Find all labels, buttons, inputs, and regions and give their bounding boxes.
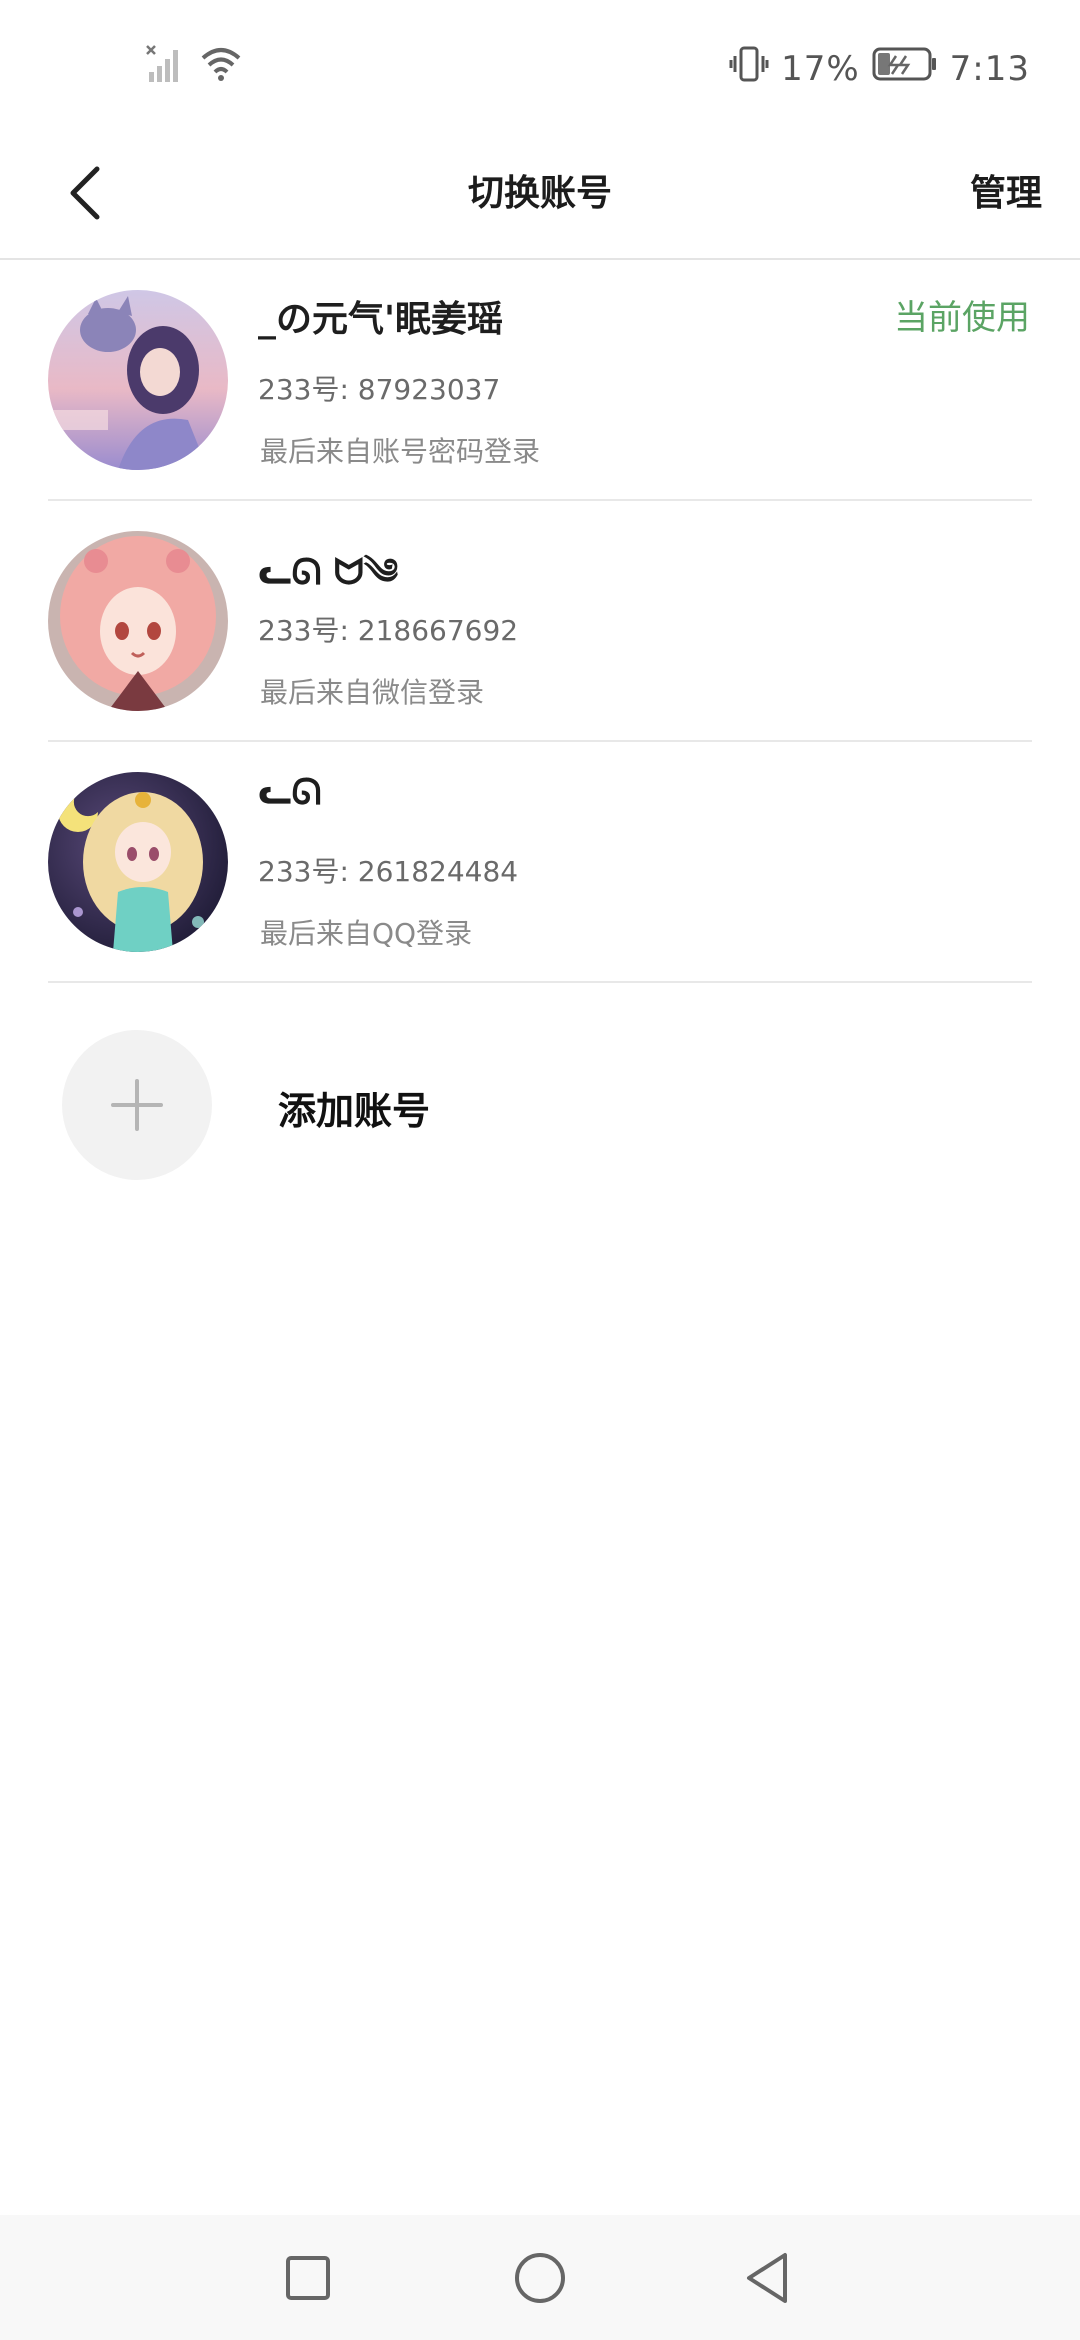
battery-icon: [872, 46, 938, 91]
clock: 7:13: [949, 48, 1030, 89]
recent-apps-button[interactable]: [263, 2233, 353, 2323]
avatar: [48, 531, 228, 711]
page-title: 切换账号: [467, 173, 612, 214]
add-account-label: 添加账号: [278, 1089, 431, 1133]
account-id: 233号: 87923037: [258, 373, 501, 406]
vibrate-icon: [729, 44, 769, 93]
account-name: _の元气'眠姜瑶: [258, 299, 504, 340]
account-list: _の元气'眠姜瑶 233号: 87923037 最后来自账号密码登录 当前使用 …: [0, 260, 1080, 983]
avatar: [48, 290, 228, 470]
recent-apps-icon: [286, 2256, 330, 2300]
signal-icon: [145, 44, 185, 88]
add-account-circle: [62, 1030, 212, 1180]
nav-back-button[interactable]: [723, 2233, 813, 2323]
status-left: [145, 44, 243, 88]
account-item[interactable]: ᓚᘏ 233号: 261824484 最后来自QQ登录: [0, 742, 1080, 983]
back-icon: [747, 2253, 787, 2303]
account-item[interactable]: ᓚᘏ ᗢ༄ 233号: 218667692 最后来自微信登录: [0, 501, 1080, 742]
status-bar: 17% 7:13: [0, 0, 1080, 130]
back-arrow-icon: [70, 166, 100, 220]
account-login-source: 最后来自QQ登录: [260, 917, 473, 950]
plus-icon: [111, 1079, 163, 1131]
account-id: 233号: 261824484: [258, 855, 519, 888]
wifi-icon: [199, 46, 243, 86]
avatar: [48, 772, 228, 952]
current-account-badge: 当前使用: [894, 298, 1030, 338]
back-button[interactable]: [50, 158, 120, 228]
battery-percent: 17%: [781, 48, 860, 89]
account-name: ᓚᘏ: [258, 772, 322, 813]
add-account-button[interactable]: 添加账号: [0, 1010, 1080, 1200]
account-login-source: 最后来自微信登录: [260, 676, 485, 709]
system-nav-bar: [0, 2215, 1080, 2340]
status-right: 17% 7:13: [729, 44, 1030, 93]
account-item[interactable]: _の元气'眠姜瑶 233号: 87923037 最后来自账号密码登录 当前使用: [0, 260, 1080, 501]
manage-button[interactable]: 管理: [970, 130, 1042, 258]
home-button[interactable]: [495, 2233, 585, 2323]
header-bar: 切换账号 管理: [0, 130, 1080, 260]
account-login-source: 最后来自账号密码登录: [260, 435, 541, 468]
home-icon: [515, 2253, 565, 2303]
divider: [48, 981, 1032, 983]
account-id: 233号: 218667692: [258, 614, 519, 647]
